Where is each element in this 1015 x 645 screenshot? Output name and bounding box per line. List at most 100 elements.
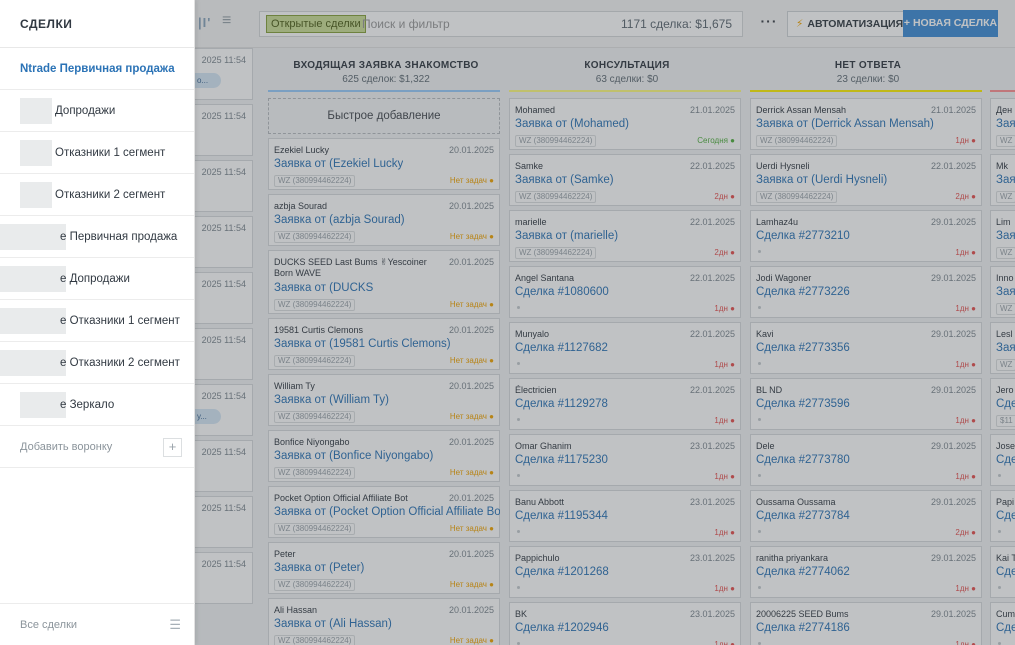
deal-title-link[interactable]: Заявка от (marielle)	[515, 230, 618, 242]
deal-card[interactable]: Pocket Option Official Affiliate Bot 20.0…	[268, 486, 500, 538]
deal-title-link[interactable]: Заяв	[996, 230, 1015, 242]
menu-icon[interactable]: ≡	[222, 12, 231, 30]
filter-chip-open-deals[interactable]: Открытые сделки	[266, 15, 366, 33]
new-deal-button[interactable]: + НОВАЯ СДЕЛКА	[903, 10, 998, 37]
pipeline-item[interactable]: е Первичная продажа	[0, 216, 194, 258]
deal-title-link[interactable]: Сделка #1129278	[515, 398, 608, 410]
deal-title-link[interactable]: Сделка #2773596	[756, 398, 850, 410]
deal-card[interactable]: azbja Sourad 20.01.2025 Заявка от (azbja S…	[268, 194, 500, 246]
deal-card[interactable]: 20006225 SEED Bums 29.01.2025 Сделка #2774…	[750, 602, 982, 645]
pipeline-item[interactable]: е Допродажи	[0, 258, 194, 300]
deal-card[interactable]: ranitha priyankara 29.01.2025 Сделка #2774…	[750, 546, 982, 598]
deal-card[interactable]: Ден Заяв WZ	[990, 98, 1015, 150]
deal-title-link[interactable]: Сде	[996, 510, 1015, 522]
quick-add-button[interactable]: Быстрое добавление	[268, 98, 500, 134]
deal-card[interactable]: Mk Заяв WZ	[990, 154, 1015, 206]
deal-title-link[interactable]: Сделка #2773210	[756, 230, 850, 242]
hidden-deal-card[interactable]: 2025 11:54 у...	[195, 384, 253, 436]
hidden-deal-card[interactable]: 2025 11:54	[195, 216, 253, 268]
deal-card[interactable]: Inno Заяв WZ	[990, 266, 1015, 318]
deal-title-link[interactable]: Заявка от (Samke)	[515, 174, 614, 186]
deal-title-link[interactable]: Сде	[996, 566, 1015, 578]
deal-title-link[interactable]: Заявка от (Bonfice Niyongabo)	[274, 450, 433, 462]
hidden-deal-card[interactable]: 2025 11:54 o...	[195, 48, 253, 100]
deal-title-link[interactable]: Сде	[996, 454, 1015, 466]
hidden-deal-card[interactable]: 2025 11:54	[195, 104, 253, 156]
deal-card[interactable]: Jose Сде	[990, 434, 1015, 486]
deal-card[interactable]: Dele 29.01.2025 Сделка #2773780 1дн ●	[750, 434, 982, 486]
deal-card[interactable]: BL ND 29.01.2025 Сделка #2773596 1дн ●	[750, 378, 982, 430]
deal-title-link[interactable]: Сде	[996, 398, 1015, 410]
deal-card[interactable]: William Ty 20.01.2025 Заявка от (William T…	[268, 374, 500, 426]
deal-card[interactable]: Kavi 29.01.2025 Сделка #2773356 1дн ●	[750, 322, 982, 374]
deal-card[interactable]: Lesl Заяв WZ	[990, 322, 1015, 374]
pipeline-item[interactable]: е Зеркало	[0, 384, 194, 426]
deal-card[interactable]: Banu Abbott 23.01.2025 Сделка #1195344 1дн …	[509, 490, 741, 542]
hidden-deal-card[interactable]: 2025 11:54	[195, 552, 253, 604]
deal-card[interactable]: Samke 22.01.2025 Заявка от (Samke) WZ (3809…	[509, 154, 741, 206]
deal-card[interactable]: Papi Сде	[990, 490, 1015, 542]
deal-title-link[interactable]: Сделка #2773780	[756, 454, 850, 466]
deal-title-link[interactable]: Сделка #1195344	[515, 510, 608, 522]
deal-title-link[interactable]: Заявка от (Derrick Assan Mensah)	[756, 118, 934, 130]
deal-card[interactable]: Munyalo 22.01.2025 Сделка #1127682 1дн ●	[509, 322, 741, 374]
add-pipeline-button[interactable]: Добавить воронку +	[0, 426, 194, 468]
deal-card[interactable]: Uerdi Hysneli 22.01.2025 Заявка от (Uerdi …	[750, 154, 982, 206]
deal-title-link[interactable]: Заявка от (Mohamed)	[515, 118, 629, 130]
deal-title-link[interactable]: Заяв	[996, 174, 1015, 186]
deal-card[interactable]: Électricien 22.01.2025 Сделка #1129278 1дн …	[509, 378, 741, 430]
deal-card[interactable]: Ali Hassan 20.01.2025 Заявка от (Ali Hassa…	[268, 598, 500, 645]
deal-title-link[interactable]: Сделка #2774062	[756, 566, 850, 578]
view-switch-icon[interactable]: |I'	[198, 15, 211, 30]
deal-title-link[interactable]: Заявка от (DUCKS	[274, 282, 373, 294]
deal-card[interactable]: marielle 22.01.2025 Заявка от (marielle) WZ…	[509, 210, 741, 262]
deal-title-link[interactable]: Сделка #1080600	[515, 286, 609, 298]
hidden-deal-card[interactable]: 2025 11:54	[195, 496, 253, 548]
deal-title-link[interactable]: Сделка #2774186	[756, 622, 850, 634]
deal-title-link[interactable]: Заяв	[996, 286, 1015, 298]
deal-card[interactable]: Pappichulo 23.01.2025 Сделка #1201268 1дн ●	[509, 546, 741, 598]
deal-card[interactable]: DUCKS SEED Last Bums ✌Yescoiner Born WAV…	[268, 250, 500, 314]
deal-title-link[interactable]: Заявка от (Ali Hassan)	[274, 618, 392, 630]
deal-card[interactable]: BK 23.01.2025 Сделка #1202946 1дн ●	[509, 602, 741, 645]
all-deals-link[interactable]: Все сделки ☰	[0, 603, 195, 645]
deal-card[interactable]: Omar Ghanim 23.01.2025 Сделка #1175230 1дн …	[509, 434, 741, 486]
more-options-button[interactable]: ···	[758, 12, 780, 34]
deal-title-link[interactable]: Заявка от (Ezekiel Lucky	[274, 158, 403, 170]
deal-card[interactable]: Bonfice Niyongabo 20.01.2025 Заявка от (Bo…	[268, 430, 500, 482]
hidden-deal-card[interactable]: 2025 11:54	[195, 440, 253, 492]
deal-card[interactable]: Lim Заяв WZ	[990, 210, 1015, 262]
pipeline-item[interactable]: Отказники 1 сегмент	[0, 132, 194, 174]
search-filter-bar[interactable]: Открытые сделки Поиск и фильтр 1171 сдел…	[259, 11, 743, 37]
deal-title-link[interactable]: Заяв	[996, 118, 1015, 130]
deal-title-link[interactable]: Сделка #2773784	[756, 510, 850, 522]
deal-title-link[interactable]: Заявка от (Uerdi Hysneli)	[756, 174, 887, 186]
deal-card[interactable]: Jodi Wagoner 29.01.2025 Сделка #2773226 1дн…	[750, 266, 982, 318]
pipeline-item[interactable]: е Отказники 2 сегмент	[0, 342, 194, 384]
pipeline-item-active[interactable]: Ntrade Первичная продажа	[0, 48, 194, 90]
plus-icon[interactable]: +	[163, 438, 182, 457]
pipeline-item[interactable]: Отказники 2 сегмент	[0, 174, 194, 216]
deal-card[interactable]: Angel Santana 22.01.2025 Сделка #1080600 1д…	[509, 266, 741, 318]
deal-title-link[interactable]: Сделка #1201268	[515, 566, 609, 578]
deal-card[interactable]: Ezekiel Lucky 20.01.2025 Заявка от (Ezekie…	[268, 138, 500, 190]
deal-card[interactable]: Derrick Assan Mensah 21.01.2025 Заявка от …	[750, 98, 982, 150]
deal-title-link[interactable]: Сделка #1202946	[515, 622, 609, 634]
search-input[interactable]: Поиск и фильтр	[362, 17, 450, 31]
deal-title-link[interactable]: Заявка от (Peter)	[274, 562, 364, 574]
hidden-deal-card[interactable]: 2025 11:54	[195, 160, 253, 212]
deal-card[interactable]: 19581 Curtis Clemons 20.01.2025 Заявка от …	[268, 318, 500, 370]
deal-title-link[interactable]: Сделка #2773356	[756, 342, 850, 354]
deal-card[interactable]: Jero Сде $11	[990, 378, 1015, 430]
deal-title-link[interactable]: Сделка #1127682	[515, 342, 608, 354]
deal-card[interactable]: Peter 20.01.2025 Заявка от (Peter) WZ (3809…	[268, 542, 500, 594]
deal-title-link[interactable]: Сде	[996, 622, 1015, 634]
deal-title-link[interactable]: Заявка от (19581 Curtis Clemons)	[274, 338, 451, 350]
deal-card[interactable]: Kai T Сде	[990, 546, 1015, 598]
hidden-deal-card[interactable]: 2025 11:54	[195, 272, 253, 324]
deal-card[interactable]: Cum Сде	[990, 602, 1015, 645]
deal-title-link[interactable]: Заявка от (Pocket Option Official Affili…	[274, 506, 500, 518]
automation-button[interactable]: ⚡ АВТОМАТИЗАЦИЯ	[787, 11, 913, 37]
deal-card[interactable]: Oussama Oussama 29.01.2025 Сделка #2773784…	[750, 490, 982, 542]
deal-card[interactable]: Mohamed 21.01.2025 Заявка от (Mohamed) WZ (…	[509, 98, 741, 150]
